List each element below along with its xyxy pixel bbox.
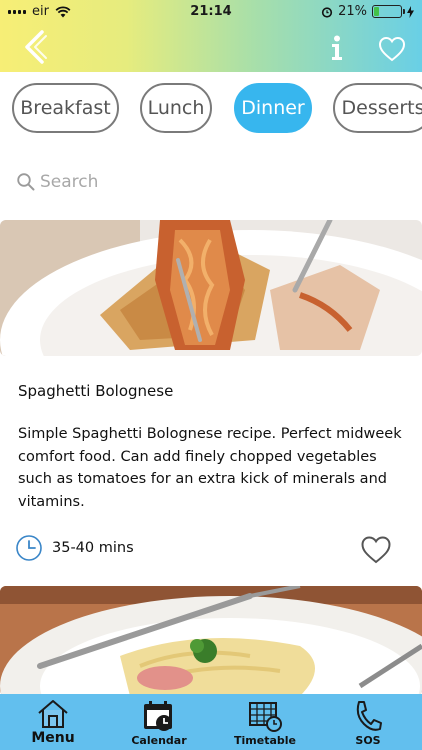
- clock-icon: [16, 535, 42, 561]
- battery-fill: [374, 7, 380, 16]
- recipe-description: Simple Spaghetti Bolognese recipe. Perfe…: [18, 426, 402, 510]
- search-icon: [17, 173, 35, 191]
- timetable-icon: [249, 702, 282, 732]
- phone-icon: [356, 701, 382, 731]
- search-bar: [0, 162, 422, 202]
- status-bar: eir 21:14 21%: [0, 0, 422, 24]
- tab-calendar[interactable]: Calendar: [126, 694, 192, 750]
- recipe-photo[interactable]: [0, 220, 422, 356]
- spaghetti-bolognese-image: [0, 220, 422, 356]
- category-breakfast[interactable]: Breakfast: [12, 83, 119, 133]
- info-icon[interactable]: [326, 34, 348, 62]
- tab-menu[interactable]: Menu: [22, 694, 84, 750]
- home-icon: [38, 700, 68, 728]
- tab-timetable-label: Timetable: [234, 734, 296, 747]
- search-input[interactable]: [40, 166, 400, 198]
- tab-timetable[interactable]: Timetable: [230, 694, 300, 750]
- chevron-left-icon[interactable]: [20, 30, 52, 64]
- bottom-tab-bar: Menu Calendar Timetable SOS: [0, 694, 422, 750]
- battery-icon: [372, 5, 405, 18]
- category-selector: Breakfast Lunch Dinner Desserts: [0, 72, 422, 156]
- tab-sos-label: SOS: [355, 734, 381, 747]
- recipe-title[interactable]: Spaghetti Bolognese: [18, 382, 173, 400]
- tab-calendar-label: Calendar: [131, 734, 187, 747]
- category-lunch[interactable]: Lunch: [140, 83, 212, 133]
- charging-bolt-icon: [407, 5, 414, 18]
- calendar-icon: [144, 701, 172, 731]
- recipe-photo[interactable]: [0, 586, 422, 696]
- category-dinner[interactable]: Dinner: [234, 83, 312, 133]
- category-desserts[interactable]: Desserts: [333, 83, 422, 133]
- alarm-icon: [321, 6, 333, 18]
- tab-menu-label: Menu: [31, 730, 75, 746]
- tab-sos[interactable]: SOS: [344, 694, 392, 750]
- heart-outline-icon[interactable]: [360, 535, 392, 565]
- recipe-cook-time: 35-40 mins: [52, 540, 134, 556]
- header-bar: eir 21:14 21%: [0, 0, 422, 72]
- battery-percent: 21%: [338, 4, 367, 19]
- heart-outline-icon[interactable]: [378, 36, 406, 62]
- pasta-carbonara-image: [0, 586, 422, 696]
